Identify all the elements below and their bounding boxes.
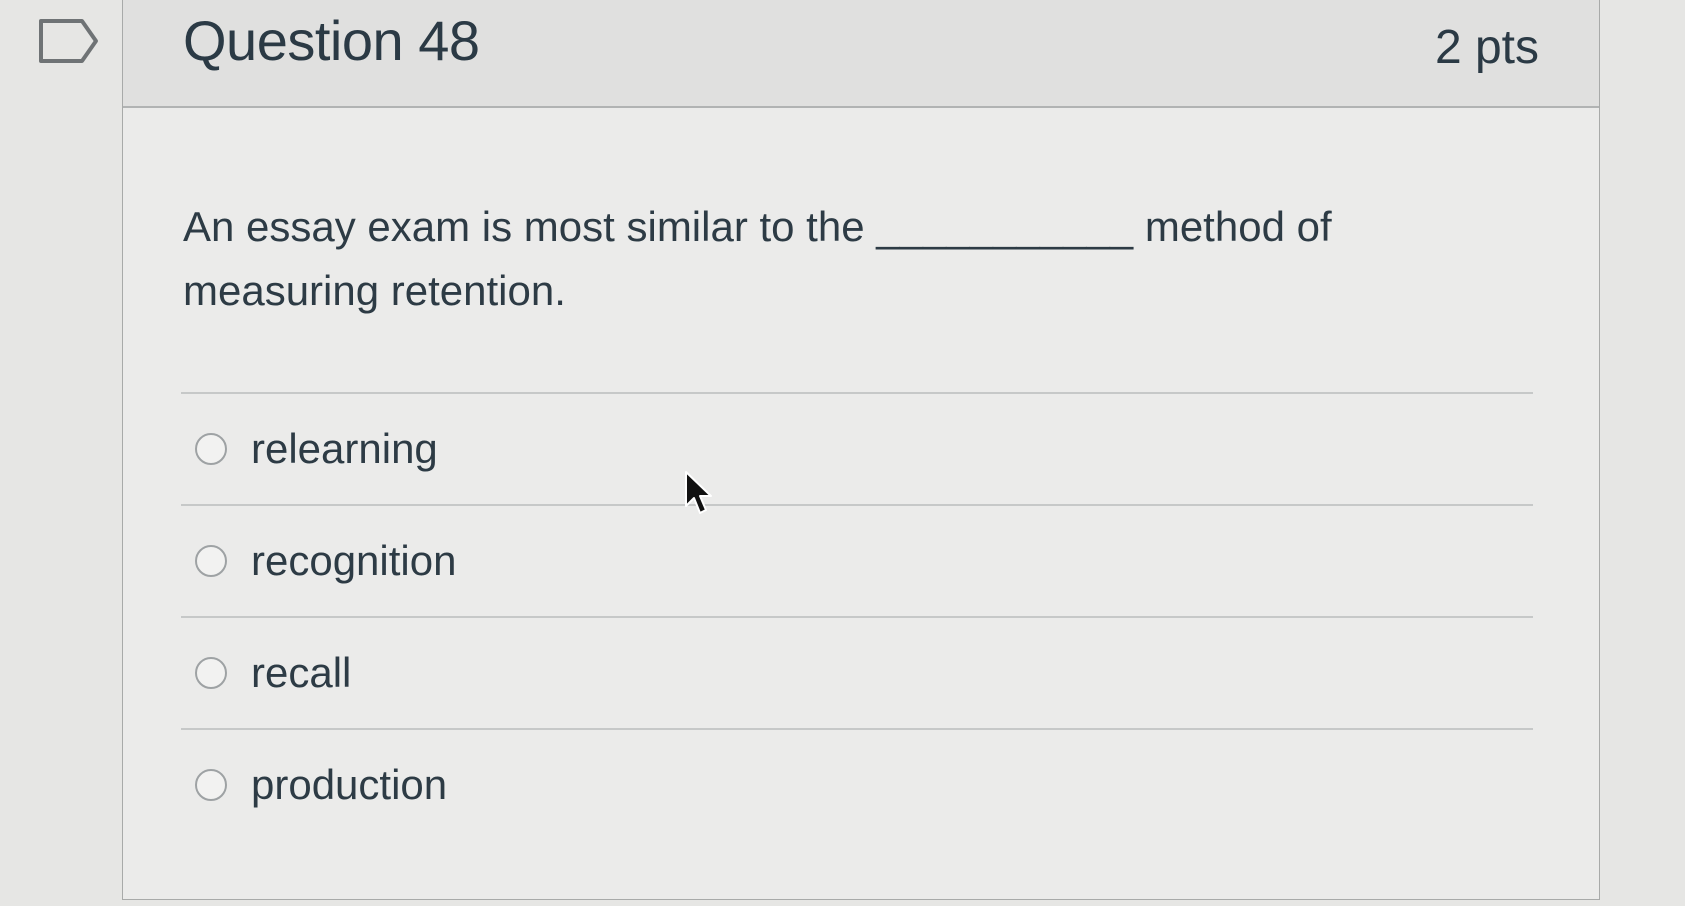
answer-label: recall [251,649,352,696]
question-header: Question 48 2 pts [123,0,1599,108]
question-text: An essay exam is most similar to the ___… [183,203,1332,314]
answer-label: production [251,761,448,808]
radio-button[interactable] [195,545,227,577]
radio-button[interactable] [195,433,227,465]
answer-list: relearning recognition recall production [181,392,1533,840]
answer-label: relearning [251,425,438,472]
answer-label: recognition [251,537,457,584]
question-card: Question 48 2 pts An essay exam is most … [122,0,1600,900]
question-title: Question 48 [183,9,480,72]
radio-button[interactable] [195,657,227,689]
answer-option-production[interactable]: production [181,730,1533,840]
answer-option-recognition[interactable]: recognition [181,506,1533,616]
mouse-pointer-icon [685,471,712,514]
flag-icon [39,19,98,63]
radio-button[interactable] [195,769,227,801]
question-points: 2 pts [1434,21,1539,74]
answer-option-recall[interactable]: recall [181,618,1533,728]
flag-question-button[interactable] [38,18,100,64]
answer-option-relearning[interactable]: relearning [181,394,1533,504]
